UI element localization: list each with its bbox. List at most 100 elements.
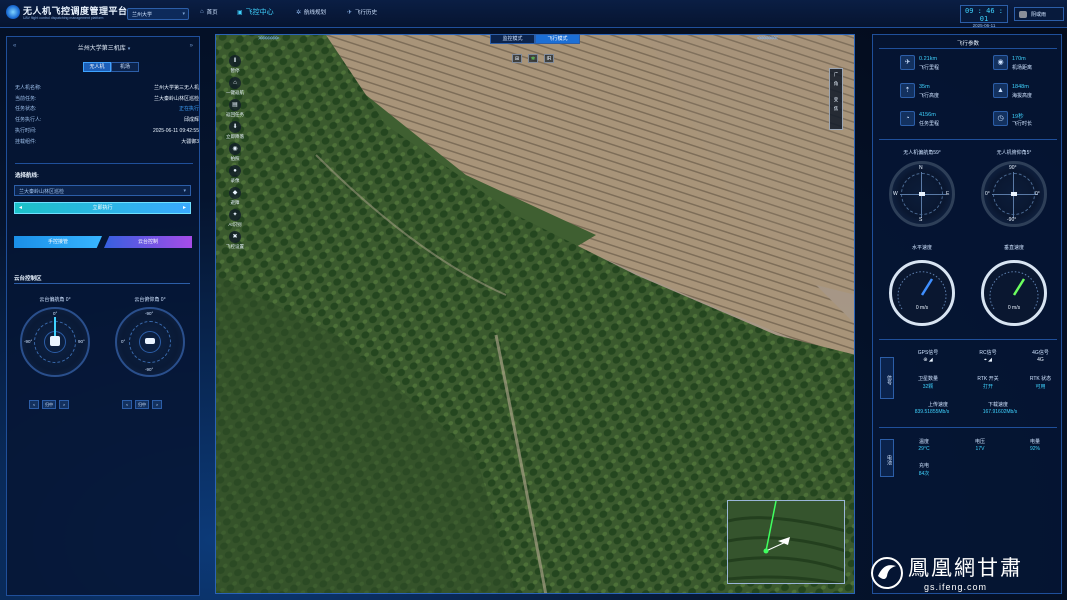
minimap-image — [728, 501, 844, 583]
param-label: 机场距离 — [1012, 65, 1033, 71]
camera-icon — [145, 338, 155, 344]
pitch-tick: -90° — [1007, 217, 1017, 223]
compass-e: E — [946, 191, 950, 197]
yaw-right-button[interactable]: > — [59, 400, 69, 409]
tab-airport[interactable]: 机场 — [111, 62, 139, 72]
tool-label: 一键返航 — [226, 90, 244, 95]
battery-tag: 电池 — [880, 439, 894, 477]
divider — [15, 163, 193, 164]
tab-drone[interactable]: 无人机 — [83, 62, 111, 72]
gimbal-pitch-dial[interactable]: -90° 0° -90° — [115, 307, 185, 377]
drone-icon — [919, 192, 925, 196]
gimbal-yaw-label: 云台偏航角 0° — [39, 297, 71, 303]
info-key: 执行时间: — [15, 128, 37, 135]
tool-settings[interactable]: ✖ 飞控设置 — [221, 231, 249, 250]
flight-tools: Ⅱ 暂停 ⌂ 一键返航 ▤ 返回任务 ⬇ 立即降落 ◉ 拍照 ● 录像 ◆ 避障 ✦ AI识别 … — [221, 55, 249, 253]
tool-label: 暂停 — [230, 68, 240, 73]
tool-label: 避障 — [230, 200, 240, 205]
pitch-up-button[interactable]: < — [122, 400, 132, 409]
gimbal-control-button[interactable]: 云台控制 — [104, 236, 192, 248]
hspeed-label: 水平速度 — [911, 245, 932, 251]
vspeed-label: 垂直速度 — [1003, 245, 1024, 251]
weather-text: 阴或雨 — [1031, 12, 1047, 18]
zoom-control[interactable]: 广 角 变 焦 — [829, 68, 843, 130]
ir-icon[interactable]: IR — [544, 54, 554, 63]
divider — [879, 339, 1057, 340]
tool-pause[interactable]: Ⅱ 暂停 — [221, 55, 249, 74]
chevron-down-icon: ▾ — [182, 11, 185, 17]
compass-s: S — [919, 217, 923, 223]
zoom-label: 焦 — [833, 106, 839, 111]
param-airport-distance: ◉ 170m 机场距离 — [993, 55, 1067, 73]
nav-flight-history[interactable]: ✈ 飞行历史 — [347, 8, 378, 17]
drone-name-value: 兰州大学第三无人机 — [153, 84, 199, 91]
manual-takeover-button[interactable]: 手控接管 — [14, 236, 102, 248]
upload-value: 839.51855Mb/s — [914, 409, 950, 415]
settings-icon: ✖ — [229, 231, 241, 243]
nav-history-label: 飞行历史 — [355, 10, 378, 16]
gps-icon: ⊕ ◢ — [923, 357, 933, 363]
site-select-value: 兰州大学 — [132, 12, 153, 18]
dial-tick: 0° — [53, 311, 58, 316]
grid-icon[interactable]: ⊞ — [512, 54, 522, 63]
site-select[interactable]: 兰州大学 ▾ — [127, 8, 189, 20]
hangar-title[interactable]: 兰州大学第三机库 ▾ — [7, 43, 201, 52]
execute-now-button[interactable]: ◂ 立即执行 ▸ — [14, 202, 191, 214]
tool-avoid[interactable]: ◆ 避障 — [221, 187, 249, 206]
download-label: 下载速度 — [987, 402, 1008, 408]
info-row: 执行时间: 2025-06-11 09:42:55 — [15, 125, 199, 136]
info-key: 挂载组件: — [15, 138, 37, 145]
plane-icon: ✈ — [900, 55, 915, 70]
nav-home[interactable]: ⌂ 首页 — [200, 8, 218, 16]
pitch-tick: 0° — [985, 191, 990, 197]
tool-land[interactable]: ⬇ 立即降落 — [221, 121, 249, 140]
app-logo — [6, 5, 20, 19]
decor-chevrons: >>>>>>>> — [258, 36, 279, 42]
tab-flight-mode[interactable]: 飞行模式 — [535, 34, 580, 44]
pause-icon: Ⅱ — [229, 55, 241, 67]
satellite-label: 卫星数量 — [917, 376, 938, 382]
device-tabs: 无人机 机场 — [83, 62, 139, 72]
tool-label: 飞控设置 — [226, 244, 244, 249]
gauge-face — [897, 271, 947, 310]
watermark-text: 鳳凰網甘肅 — [908, 556, 1023, 580]
yaw-center-button[interactable]: 归中 — [42, 400, 56, 409]
tab-monitor-mode[interactable]: 监控模式 — [490, 34, 535, 44]
route-select[interactable]: 兰大秦岭山林区巡检 ▾ — [14, 185, 191, 196]
altitude-icon: ⇡ — [900, 83, 915, 98]
minimap[interactable] — [727, 500, 845, 584]
nav-route-planning[interactable]: ✲ 航线规划 — [296, 8, 326, 17]
yaw-left-button[interactable]: < — [29, 400, 39, 409]
param-label: 飞行里程 — [919, 65, 940, 71]
param-altitude: ▲ 1848m 海拔高度 — [993, 83, 1067, 101]
play-icon: ▸ — [182, 205, 186, 211]
tool-label: 录像 — [230, 178, 240, 183]
pitch-tick: 90° — [1009, 165, 1017, 171]
tool-return-task[interactable]: ▤ 返回任务 — [221, 99, 249, 118]
gimbal-pitch-label: 云台俯仰角 0° — [134, 297, 166, 303]
heading-compass: N S W E — [889, 161, 955, 227]
dial-tick: 0° — [121, 339, 126, 344]
tool-photo[interactable]: ◉ 拍照 — [221, 143, 249, 162]
gimbal-yaw-dial[interactable]: 0° -90° 90° — [20, 307, 90, 377]
right-panel: 飞行参数 ✈ 0.21km 飞行里程 ◉ 170m 机场距离 ⇡ 35m 飞行高度 ▲ 184… — [872, 34, 1062, 594]
tool-record[interactable]: ● 录像 — [221, 165, 249, 184]
tool-return-home[interactable]: ⌂ 一键返航 — [221, 77, 249, 96]
rtk-status-value: 可用 — [1035, 384, 1046, 390]
nav-flight-control[interactable]: ▣ 飞控中心 — [237, 7, 274, 17]
gimbal-icon[interactable]: ✲ — [528, 54, 538, 63]
charge-count-label: 充电 — [918, 463, 929, 469]
tool-ai[interactable]: ✦ AI识别 — [221, 209, 249, 228]
pitch-down-button[interactable]: > — [152, 400, 162, 409]
param-height: ⇡ 35m 飞行高度 — [900, 83, 980, 101]
info-key: 任务状态: — [15, 106, 37, 113]
info-row: 挂载组件: 大疆御3 — [15, 136, 199, 147]
ai-icon: ✦ — [229, 209, 241, 221]
info-row: 无人机名称: 兰州大学第三无人机 — [15, 82, 199, 93]
rtk-switch-label: RTK 开关 — [977, 376, 999, 382]
temp-value: 29°C — [918, 446, 930, 452]
pitch-center-button[interactable]: 归中 — [135, 400, 149, 409]
charge-count-value: 84次 — [918, 471, 930, 477]
zoom-label: 广 — [833, 72, 839, 77]
tool-label: 立即降落 — [226, 134, 244, 139]
